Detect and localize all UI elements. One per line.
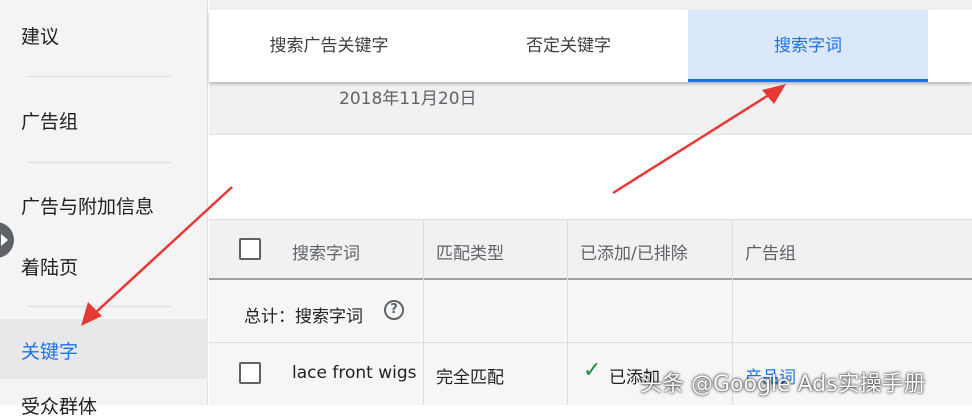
sidebar-nav: 建议 广告组 广告与附加信息 着陆页 关键字 受众群体 [0,0,208,418]
match-type-cell: 完全匹配 [436,368,504,388]
sidebar-item-keywords[interactable]: 关键字 [21,337,78,364]
sidebar-item-ad-groups[interactable]: 广告组 [21,107,78,134]
nav-divider [27,162,171,163]
sidebar-item-landing-pages[interactable]: 着陆页 [21,253,78,280]
sidebar-item-ads-extensions[interactable]: 广告与附加信息 [21,192,154,219]
table-total-row: 总计：搜索字词 ? [209,280,972,343]
sidebar-item-audiences[interactable]: 受众群体 [21,392,97,419]
search-term-cell: lace front wigs [292,363,417,383]
watermark-text: 头条 @Google Ads实操手册 [640,372,926,397]
tab-search-keywords[interactable]: 搜索广告关键字 [209,10,449,82]
chart-area [209,134,972,219]
nav-divider [27,306,171,307]
column-header-ad-group[interactable]: 广告组 [745,239,796,264]
column-divider [567,219,568,405]
column-header-search-term[interactable]: 搜索字词 [292,239,360,264]
select-all-checkbox[interactable] [239,238,261,260]
collapse-arrow-icon[interactable] [0,222,14,258]
check-icon: ✓ [583,358,602,383]
total-label: 总计：搜索字词 [244,307,363,327]
help-icon[interactable]: ? [384,300,404,320]
table-header: 搜索字词 匹配类型 已添加/已排除 广告组 [209,219,972,280]
sidebar-item-suggestions[interactable]: 建议 [21,22,59,49]
date-range-text: 2018年11月20日 [339,89,477,109]
keyword-tabs: 搜索广告关键字 否定关键字 搜索字词 [209,10,972,82]
column-divider [423,219,424,405]
column-header-match-type[interactable]: 匹配类型 [436,239,504,264]
tab-search-terms[interactable]: 搜索字词 [688,10,928,82]
column-header-added-excluded[interactable]: 已添加/已排除 [580,239,688,264]
row-checkbox[interactable] [239,362,261,384]
nav-divider [27,76,171,77]
tab-negative-keywords[interactable]: 否定关键字 [449,10,688,82]
